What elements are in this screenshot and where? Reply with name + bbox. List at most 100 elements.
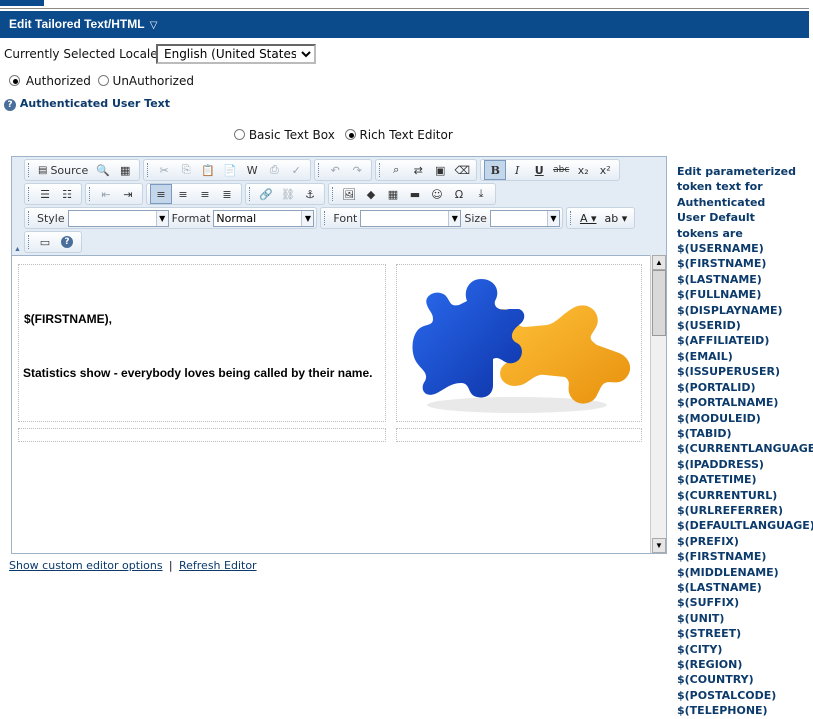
select-all-icon[interactable]: ▣ — [429, 160, 451, 180]
subscript-button[interactable]: x₂ — [572, 160, 594, 180]
section-header[interactable]: Edit Tailored Text/HTML ▽ — [0, 11, 809, 38]
basic-text-box-radio[interactable] — [234, 129, 245, 140]
font-combo[interactable]: ▼ — [360, 209, 462, 227]
bulleted-list-icon[interactable]: ☷ — [56, 184, 78, 204]
horizontal-rule-icon[interactable]: ▬ — [404, 184, 426, 204]
token-item: $(PREFIX) — [677, 534, 739, 548]
about-button[interactable]: ? — [56, 232, 78, 252]
link-icon[interactable]: 🔗 — [255, 184, 277, 204]
maximize-icon[interactable]: ▭ — [34, 232, 56, 252]
editor-mode-radio-group: Basic Text Box Rich Text Editor — [234, 128, 453, 142]
undo-icon[interactable]: ↶ — [324, 160, 346, 180]
token-item: $(CURRENTURL) — [677, 488, 778, 502]
collapse-chevron-icon[interactable]: ▽ — [150, 20, 158, 31]
strikethrough-button[interactable]: abc — [550, 160, 572, 180]
token-item: $(REGION) — [677, 658, 743, 671]
basic-text-box-label[interactable]: Basic Text Box — [249, 128, 335, 142]
paste-text-icon[interactable]: 📄 — [219, 160, 241, 180]
align-left-icon[interactable]: ≡ — [150, 184, 172, 204]
bold-button[interactable]: B — [484, 160, 507, 180]
table-cell-empty[interactable] — [396, 428, 642, 442]
paste-word-icon[interactable]: W — [241, 160, 263, 180]
templates-icon[interactable]: ▦ — [114, 160, 136, 180]
style-combo[interactable]: ▼ — [67, 209, 169, 227]
image-icon[interactable]: 🖼 — [338, 184, 360, 204]
flash-icon[interactable]: ◆ — [360, 184, 382, 204]
underline-button[interactable]: U — [528, 160, 550, 180]
toolbar-collapse-icon[interactable]: ▲ — [14, 246, 21, 253]
toolbar-row-3: Style ▼ Format Normal ▼ Font ▼ Size ▼ A ▾… — [24, 207, 638, 229]
anchor-icon[interactable]: ⚓ — [299, 184, 321, 204]
token-item: $(USERNAME) — [677, 242, 764, 256]
link-separator: | — [168, 559, 173, 572]
indent-icon[interactable]: ⇥ — [117, 184, 139, 204]
auth-radio-group: Authorized UnAuthorized — [9, 74, 194, 88]
align-justify-icon[interactable]: ≣ — [216, 184, 238, 204]
refresh-editor-link[interactable]: Refresh Editor — [179, 559, 257, 572]
table-icon[interactable]: ▦ — [382, 184, 404, 204]
unauthorized-radio[interactable] — [97, 75, 109, 86]
italic-button[interactable]: I — [506, 160, 528, 180]
cut-icon[interactable]: ✂ — [153, 160, 175, 180]
scroll-down-icon[interactable]: ▼ — [652, 538, 666, 553]
show-custom-editor-options-link[interactable]: Show custom editor options — [9, 559, 163, 572]
preview-icon[interactable]: 🔍 — [92, 160, 114, 180]
editor-scrollbar[interactable]: ▲ ▼ — [650, 255, 666, 553]
editor-links: Show custom editor options | Refresh Edi… — [9, 558, 257, 572]
table-cell-image[interactable] — [396, 264, 642, 422]
editor-content-area[interactable]: $(FIRSTNAME), Statistics show - everybod… — [12, 255, 650, 553]
spellcheck-icon[interactable]: ✓ — [285, 160, 307, 180]
token-item: $(TELEPHONE) — [677, 704, 768, 718]
toolbar-grip — [28, 235, 31, 249]
token-item: $(FIRSTNAME) — [677, 550, 767, 564]
rich-text-editor: ▤ Source 🔍 ▦ ✂ ⎘ 📋 📄 W ⎙ ✓ ↶ ↷ ⌕ ⇄ ▣ ⌫ B… — [11, 156, 667, 554]
scrollbar-thumb[interactable] — [652, 270, 666, 336]
help-icon[interactable]: ? — [4, 99, 16, 111]
authorized-radio[interactable] — [9, 75, 20, 86]
outdent-icon[interactable]: ⇤ — [95, 184, 117, 204]
format-combo[interactable]: Normal ▼ — [213, 209, 315, 227]
toolbar-group-colors: A ▾ ab ▾ — [565, 207, 636, 229]
special-char-button[interactable]: Ω — [448, 184, 470, 204]
redo-icon[interactable]: ↷ — [346, 160, 368, 180]
token-list: $(USERNAME) $(FIRSTNAME) $(LASTNAME) $(FULL… — [677, 241, 813, 719]
size-combo[interactable]: ▼ — [489, 209, 560, 227]
token-item: $(FIRSTNAME) — [677, 257, 767, 271]
unauthorized-radio-label[interactable]: UnAuthorized — [113, 74, 194, 88]
top-tab-indicator — [0, 0, 44, 6]
replace-icon[interactable]: ⇄ — [407, 160, 429, 180]
toolbar-group-basicstyles: B I U abc x₂ x² — [480, 159, 621, 181]
find-icon[interactable]: ⌕ — [385, 160, 407, 180]
text-color-icon[interactable]: A ▾ — [576, 208, 601, 228]
toolbar-row-2: ☰ ☷ ⇤ ⇥ ≡ ≡ ≡ ≣ 🔗 ⛓ ⚓ 🖼 ◆ ▦ ▬ ☺ Ω ⤓ — [24, 183, 499, 205]
print-icon[interactable]: ⎙ — [263, 160, 285, 180]
smiley-icon[interactable]: ☺ — [426, 184, 448, 204]
toolbar-row-4: ▭ ? — [24, 231, 85, 253]
remove-format-icon[interactable]: ⌫ — [451, 160, 473, 180]
toolbar-grip — [249, 187, 252, 201]
align-center-icon[interactable]: ≡ — [172, 184, 194, 204]
table-cell-text[interactable]: $(FIRSTNAME), Statistics show - everybod… — [18, 264, 386, 422]
rich-text-editor-label[interactable]: Rich Text Editor — [359, 128, 452, 142]
superscript-button[interactable]: x² — [594, 160, 616, 180]
table-cell-empty[interactable] — [18, 428, 386, 442]
authorized-radio-label[interactable]: Authorized — [26, 74, 91, 88]
source-button[interactable]: ▤ Source — [34, 160, 92, 180]
background-color-icon[interactable]: ab ▾ — [601, 208, 632, 228]
align-right-icon[interactable]: ≡ — [194, 184, 216, 204]
toolbar-grip — [89, 187, 92, 201]
rich-text-editor-radio[interactable] — [344, 129, 356, 140]
token-item: $(PORTALNAME) — [677, 396, 779, 410]
page-break-icon[interactable]: ⤓ — [470, 184, 492, 204]
toolbar-group-undo: ↶ ↷ — [314, 159, 373, 181]
numbered-list-icon[interactable]: ☰ — [34, 184, 56, 204]
toolbar-row-1: ▤ Source 🔍 ▦ ✂ ⎘ 📋 📄 W ⎙ ✓ ↶ ↷ ⌕ ⇄ ▣ ⌫ B… — [24, 159, 623, 181]
paste-icon[interactable]: 📋 — [197, 160, 219, 180]
section-title: Edit Tailored Text/HTML — [9, 17, 145, 31]
copy-icon[interactable]: ⎘ — [175, 160, 197, 180]
scroll-up-icon[interactable]: ▲ — [652, 255, 666, 270]
unlink-icon[interactable]: ⛓ — [277, 184, 299, 204]
locale-select[interactable]: English (United States) — [156, 44, 316, 64]
token-item: $(DATETIME) — [677, 473, 757, 487]
token-item: $(DEFAULTLANGUAGE) — [677, 519, 813, 533]
